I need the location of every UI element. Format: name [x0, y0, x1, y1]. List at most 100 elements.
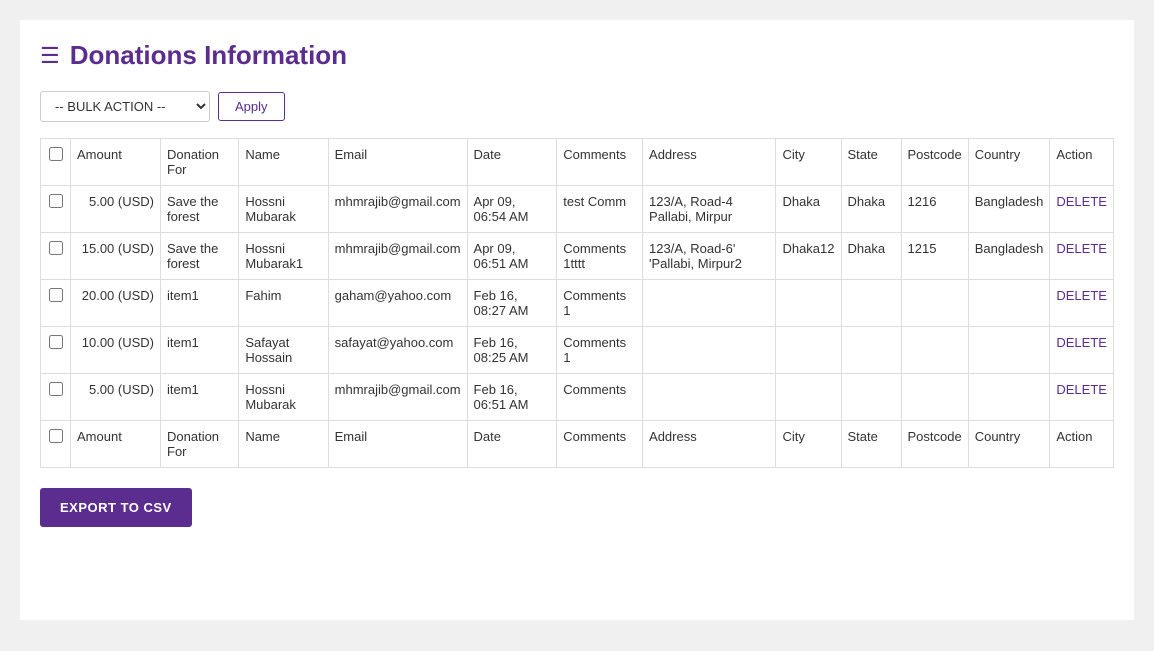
header-email: Email: [328, 139, 467, 186]
header-state: State: [841, 139, 901, 186]
row-checkbox-1[interactable]: [49, 194, 63, 208]
row-name: Hossni Mubarak1: [239, 233, 328, 280]
row-amount: 10.00 (USD): [71, 327, 161, 374]
delete-link-4[interactable]: DELETE: [1056, 335, 1107, 350]
footer-address: Address: [643, 421, 776, 468]
row-postcode: [901, 280, 968, 327]
header-donation-for: Donation For: [161, 139, 239, 186]
header-name: Name: [239, 139, 328, 186]
delete-link-1[interactable]: DELETE: [1056, 194, 1107, 209]
row-postcode: [901, 374, 968, 421]
row-name: Hossni Mubarak: [239, 374, 328, 421]
row-name: Hossni Mubarak: [239, 186, 328, 233]
row-donation-for: Save the forest: [161, 186, 239, 233]
row-date: Feb 16, 06:51 AM: [467, 374, 557, 421]
row-checkbox-cell: [41, 280, 71, 327]
select-all-checkbox[interactable]: [49, 147, 63, 161]
row-donation-for: item1: [161, 280, 239, 327]
row-address: [643, 327, 776, 374]
footer-donation-for: Donation For: [161, 421, 239, 468]
row-postcode: [901, 327, 968, 374]
footer-comments: Comments: [557, 421, 643, 468]
row-address: [643, 280, 776, 327]
footer-amount: Amount: [71, 421, 161, 468]
row-state: Dhaka: [841, 186, 901, 233]
footer-checkbox-col: [41, 421, 71, 468]
footer-state: State: [841, 421, 901, 468]
footer-action: Action: [1050, 421, 1114, 468]
row-checkbox-cell: [41, 327, 71, 374]
toolbar: -- BULK ACTION --Delete Apply: [40, 91, 1114, 122]
delete-link-5[interactable]: DELETE: [1056, 382, 1107, 397]
row-address: 123/A, Road-6' 'Pallabi, Mirpur2: [643, 233, 776, 280]
footer-postcode: Postcode: [901, 421, 968, 468]
row-checkbox-cell: [41, 186, 71, 233]
row-checkbox-cell: [41, 233, 71, 280]
table-row: 10.00 (USD) item1 Safayat Hossain safaya…: [41, 327, 1114, 374]
row-donation-for: Save the forest: [161, 233, 239, 280]
header-postcode: Postcode: [901, 139, 968, 186]
row-action[interactable]: DELETE: [1050, 186, 1114, 233]
row-country: [968, 327, 1050, 374]
row-donation-for: item1: [161, 327, 239, 374]
header-comments: Comments: [557, 139, 643, 186]
row-amount: 20.00 (USD): [71, 280, 161, 327]
row-name: Fahim: [239, 280, 328, 327]
footer-city: City: [776, 421, 841, 468]
page-title-area: ☰ Donations Information: [40, 40, 1114, 71]
grid-icon: ☰: [40, 43, 60, 69]
row-address: 123/A, Road-4 Pallabi, Mirpur: [643, 186, 776, 233]
row-amount: 5.00 (USD): [71, 374, 161, 421]
footer-name: Name: [239, 421, 328, 468]
row-postcode: 1216: [901, 186, 968, 233]
row-date: Apr 09, 06:51 AM: [467, 233, 557, 280]
row-action[interactable]: DELETE: [1050, 233, 1114, 280]
page-title: Donations Information: [70, 40, 347, 71]
apply-button[interactable]: Apply: [218, 92, 285, 121]
row-amount: 15.00 (USD): [71, 233, 161, 280]
row-checkbox-3[interactable]: [49, 288, 63, 302]
row-donation-for: item1: [161, 374, 239, 421]
export-csv-button[interactable]: EXPORT TO CSV: [40, 488, 192, 527]
row-checkbox-cell: [41, 374, 71, 421]
row-comments: Comments: [557, 374, 643, 421]
row-comments: Comments 1: [557, 327, 643, 374]
row-email: safayat@yahoo.com: [328, 327, 467, 374]
row-amount: 5.00 (USD): [71, 186, 161, 233]
table-row: 5.00 (USD) item1 Hossni Mubarak mhmrajib…: [41, 374, 1114, 421]
row-checkbox-5[interactable]: [49, 382, 63, 396]
header-city: City: [776, 139, 841, 186]
footer-select-all-checkbox[interactable]: [49, 429, 63, 443]
row-action[interactable]: DELETE: [1050, 280, 1114, 327]
row-email: mhmrajib@gmail.com: [328, 374, 467, 421]
delete-link-3[interactable]: DELETE: [1056, 288, 1107, 303]
header-checkbox-col: [41, 139, 71, 186]
row-state: [841, 374, 901, 421]
header-date: Date: [467, 139, 557, 186]
row-state: [841, 280, 901, 327]
table-row: 5.00 (USD) Save the forest Hossni Mubara…: [41, 186, 1114, 233]
header-address: Address: [643, 139, 776, 186]
bulk-action-select[interactable]: -- BULK ACTION --Delete: [40, 91, 210, 122]
row-city: [776, 327, 841, 374]
row-checkbox-2[interactable]: [49, 241, 63, 255]
row-comments: test Comm: [557, 186, 643, 233]
delete-link-2[interactable]: DELETE: [1056, 241, 1107, 256]
row-city: Dhaka12: [776, 233, 841, 280]
row-email: gaham@yahoo.com: [328, 280, 467, 327]
row-action[interactable]: DELETE: [1050, 327, 1114, 374]
row-country: [968, 280, 1050, 327]
row-email: mhmrajib@gmail.com: [328, 186, 467, 233]
row-state: [841, 327, 901, 374]
row-postcode: 1215: [901, 233, 968, 280]
row-email: mhmrajib@gmail.com: [328, 233, 467, 280]
row-action[interactable]: DELETE: [1050, 374, 1114, 421]
row-state: Dhaka: [841, 233, 901, 280]
footer-country: Country: [968, 421, 1050, 468]
row-date: Feb 16, 08:25 AM: [467, 327, 557, 374]
footer-date: Date: [467, 421, 557, 468]
row-city: [776, 374, 841, 421]
row-checkbox-4[interactable]: [49, 335, 63, 349]
donations-table: Amount Donation For Name Email Date Comm…: [40, 138, 1114, 468]
row-date: Apr 09, 06:54 AM: [467, 186, 557, 233]
